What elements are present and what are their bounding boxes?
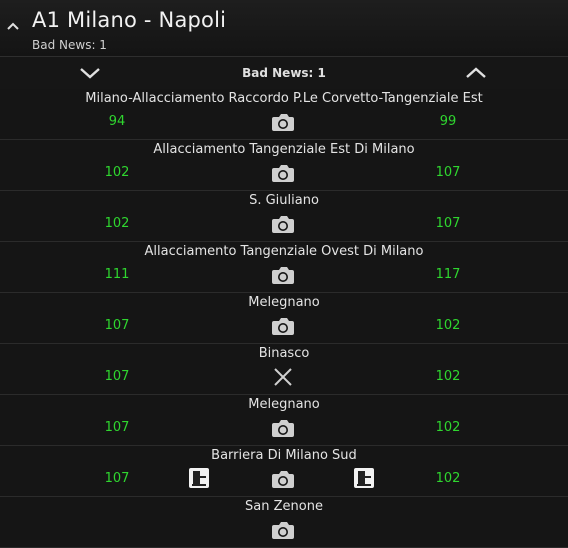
camera-icon[interactable]	[270, 315, 296, 337]
camera-icon[interactable]	[270, 417, 296, 439]
camera-icon[interactable]	[270, 162, 296, 184]
station-row[interactable]: Melegnano 107 102	[0, 293, 568, 344]
station-row[interactable]: Melegnano 107 102	[0, 395, 568, 446]
travel-time-right: 102	[435, 420, 461, 435]
station-list: Milano-Allacciamento Raccordo P.Le Corve…	[0, 89, 568, 548]
station-name: San Zenone	[245, 499, 323, 514]
previous-bad-news-button[interactable]	[456, 61, 496, 85]
travel-time-left: 102	[104, 216, 130, 231]
station-row[interactable]: Barriera Di Milano Sud 107 102	[0, 446, 568, 497]
station-name: S. Giuliano	[249, 193, 319, 208]
station-row[interactable]: S. Giuliano 102 107	[0, 191, 568, 242]
station-name: Allacciamento Tangenziale Ovest Di Milan…	[144, 244, 424, 259]
travel-time-right: 102	[435, 318, 461, 333]
close-x-icon[interactable]	[270, 366, 296, 388]
camera-icon[interactable]	[270, 213, 296, 235]
station-row[interactable]: Allacciamento Tangenziale Est Di Milano 1…	[0, 140, 568, 191]
toll-booth-icon	[353, 467, 375, 489]
header: A1 Milano - Napoli Bad News: 1	[0, 0, 568, 56]
travel-time-left: 107	[104, 369, 130, 384]
toll-booth-icon	[188, 467, 210, 489]
station-name: Barriera Di Milano Sud	[211, 448, 357, 463]
travel-time-right: 107	[435, 216, 461, 231]
station-row[interactable]: Binasco 107 102	[0, 344, 568, 395]
travel-time-left: 107	[104, 471, 130, 486]
station-row[interactable]: Milano-Allacciamento Raccordo P.Le Corve…	[0, 89, 568, 140]
travel-time-right: 117	[435, 267, 461, 282]
station-row[interactable]: San Zenone	[0, 497, 568, 548]
station-name: Melegnano	[248, 295, 320, 310]
bad-news-navigator: Bad News: 1	[0, 56, 568, 90]
travel-time-left: 102	[104, 165, 130, 180]
station-row[interactable]: Allacciamento Tangenziale Ovest Di Milan…	[0, 242, 568, 293]
camera-icon[interactable]	[270, 468, 296, 490]
travel-time-right: 102	[435, 369, 461, 384]
camera-icon[interactable]	[270, 111, 296, 133]
travel-time-left: 107	[104, 318, 130, 333]
chevron-up-icon	[466, 67, 486, 78]
travel-time-right: 99	[439, 114, 457, 129]
station-name: Allacciamento Tangenziale Est Di Milano	[153, 142, 415, 157]
chevron-up-icon[interactable]	[6, 20, 20, 32]
station-name: Binasco	[258, 346, 310, 361]
camera-icon[interactable]	[270, 519, 296, 541]
travel-time-left: 111	[104, 267, 130, 282]
camera-icon[interactable]	[270, 264, 296, 286]
station-name: Milano-Allacciamento Raccordo P.Le Corve…	[85, 91, 483, 106]
travel-time-left: 94	[108, 114, 126, 129]
bad-news-summary: Bad News: 1	[32, 38, 107, 52]
travel-time-right: 102	[435, 471, 461, 486]
travel-time-right: 107	[435, 165, 461, 180]
travel-time-left: 107	[104, 420, 130, 435]
station-name: Melegnano	[248, 397, 320, 412]
page-title: A1 Milano - Napoli	[32, 8, 227, 32]
